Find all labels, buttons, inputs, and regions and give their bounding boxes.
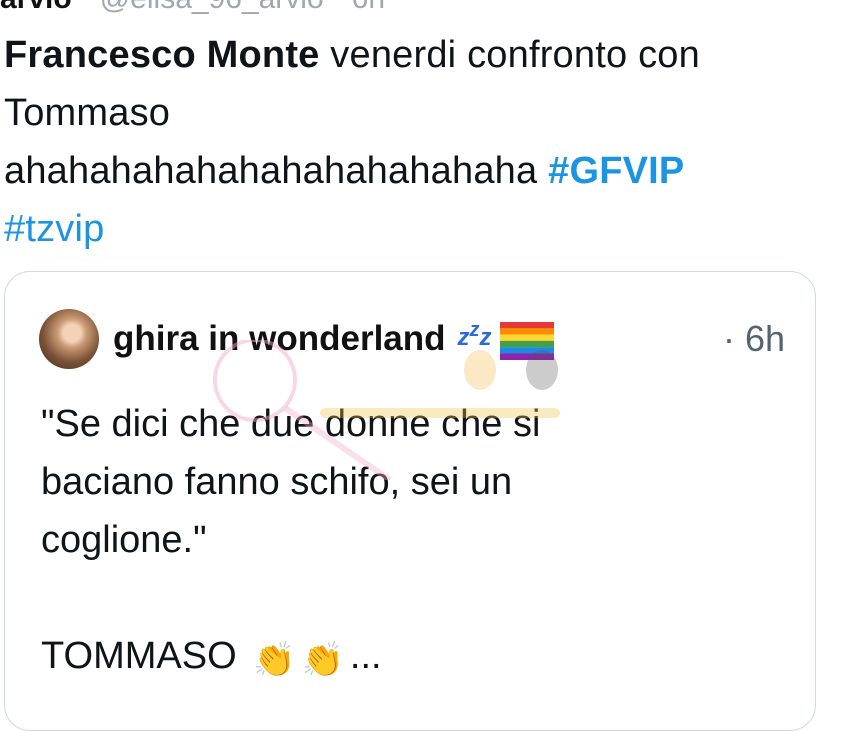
tweet-mention: Francesco Monte (4, 34, 320, 76)
tweet-time[interactable]: 6h (352, 0, 385, 16)
clapping-hands-icon: 👏 (253, 641, 296, 679)
rainbow-flag-icon (499, 322, 554, 360)
quoted-tweet-header: ghira in wonderland zzz · 6h (39, 307, 785, 371)
tweet-text-part1: venerdi confronto con (319, 34, 700, 76)
quoted-tweet-text: "Se dici che due donne che si baciano fa… (41, 395, 681, 689)
quote-blank-line (41, 569, 681, 627)
quote-line-3: coglione." (41, 519, 207, 561)
author-handle[interactable]: @elisa_96_arvio (100, 0, 324, 16)
clapping-hands-icon: 👏 (301, 641, 344, 679)
quoted-tweet-time[interactable]: · 6h (723, 318, 785, 360)
quote-line-1: "Se dici che due donne che si (41, 403, 541, 445)
hashtag-tzvip[interactable]: #tzvip (4, 208, 104, 250)
quote-line-2: baciano fanno schifo, sei un (41, 461, 513, 503)
tweet-text-part3: ahahahahahahahahahahahaha (4, 150, 549, 192)
avatar[interactable] (39, 309, 99, 369)
author-display-name[interactable]: arvio (0, 0, 72, 16)
quote-line-4: TOMMASO 👏 👏... (41, 627, 681, 689)
zzz-sleep-icon: zzz (457, 318, 492, 351)
tweet-text: Francesco Monte venerdi confronto con To… (4, 26, 834, 258)
quote-tommaso: TOMMASO (41, 635, 237, 677)
quoted-tweet-card[interactable]: ghira in wonderland zzz · 6h "Se dici ch… (4, 271, 816, 731)
quote-ellipsis: ... (349, 635, 382, 677)
tweet-text-part2: Tommaso (4, 92, 171, 134)
hashtag-gfvip[interactable]: #GFVIP (548, 150, 684, 192)
quoted-author-name[interactable]: ghira in wonderland (113, 319, 446, 359)
tweet-author-row: arvio @elisa_96_arvio 6h (0, 0, 385, 15)
